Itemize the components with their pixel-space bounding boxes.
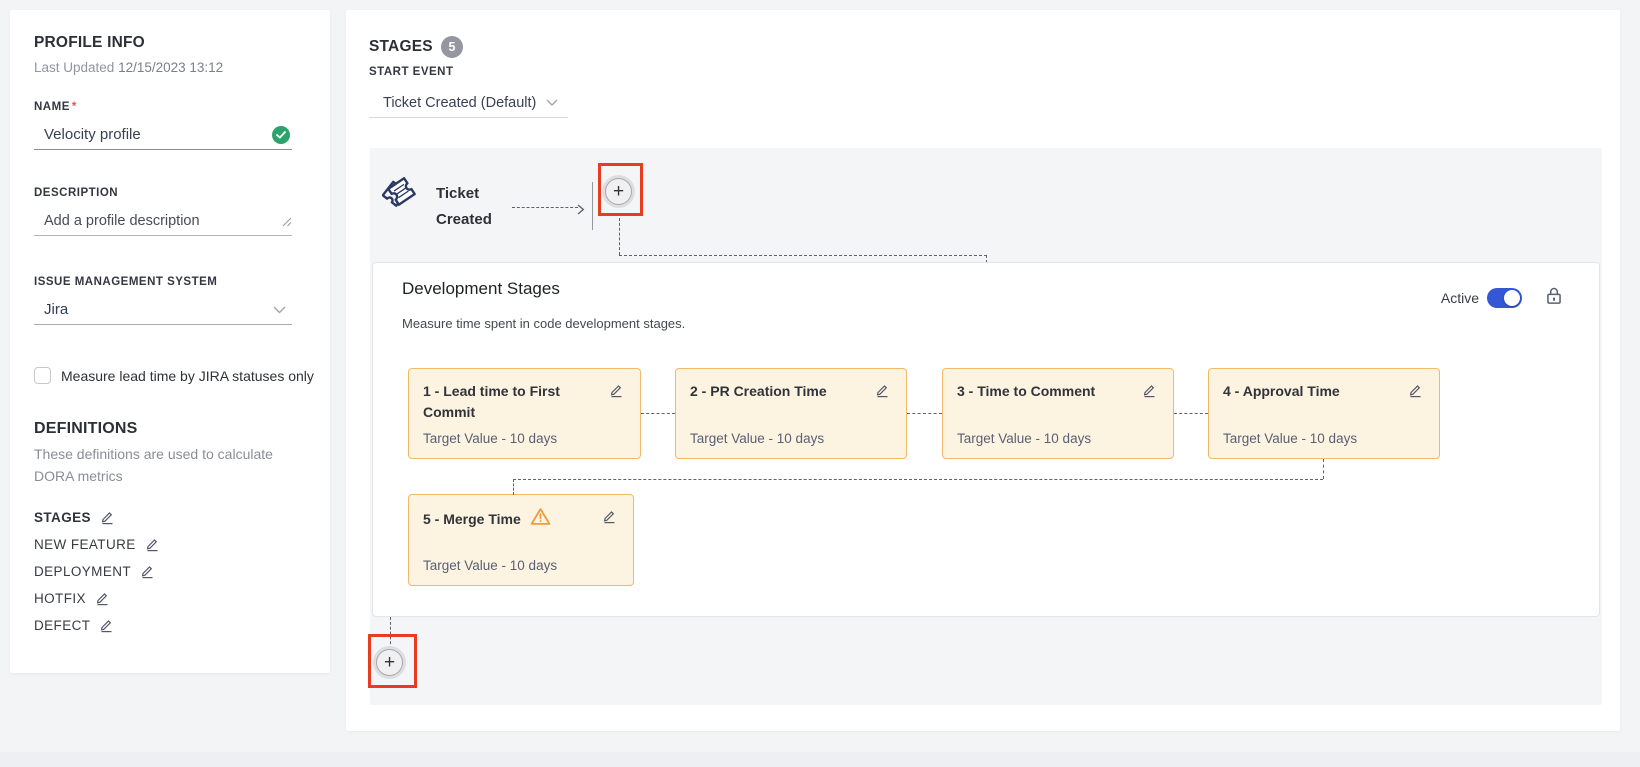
toggle-knob	[1504, 290, 1520, 306]
edit-icon[interactable]	[95, 591, 110, 606]
definition-item-new-feature: NEW FEATURE	[34, 535, 160, 553]
stage-target-value: Target Value - 10 days	[690, 431, 824, 446]
stages-count-badge: 5	[441, 36, 463, 58]
stage-card-5: 5 - Merge Time Target Value - 10 days	[408, 494, 634, 586]
last-updated-value: 12/15/2023 13:12	[118, 60, 223, 75]
start-event-select[interactable]: Ticket Created (Default)	[369, 88, 568, 118]
name-field-value: Velocity profile	[34, 126, 141, 143]
profile-info-title: PROFILE INFO	[34, 34, 145, 52]
description-field[interactable]: Add a profile description	[34, 206, 292, 236]
definition-item-stages: STAGES	[34, 508, 160, 526]
ticket-icon	[382, 164, 430, 225]
lead-time-checkbox-row[interactable]: Measure lead time by JIRA statuses only	[34, 367, 314, 384]
start-event-value: Ticket Created (Default)	[369, 95, 536, 111]
checkbox-icon[interactable]	[34, 367, 51, 384]
stage-group-card: Development Stages Measure time spent in…	[372, 262, 1600, 617]
edit-icon[interactable]	[145, 537, 160, 552]
drop-target-line	[592, 182, 593, 230]
stage-title-row: 5 - Merge Time	[423, 507, 598, 532]
stage-title: 2 - PR Creation Time	[690, 381, 855, 402]
connector-line	[1174, 413, 1208, 414]
connector-line	[512, 207, 578, 208]
edit-icon[interactable]	[99, 618, 114, 633]
stages-title: STAGES	[369, 38, 433, 56]
connector-line	[619, 255, 987, 256]
active-toggle[interactable]	[1487, 288, 1522, 308]
chevron-down-icon	[273, 301, 286, 319]
required-asterisk: *	[72, 101, 77, 113]
last-updated: Last Updated 12/15/2023 13:12	[34, 60, 223, 75]
edit-icon[interactable]	[609, 383, 624, 398]
resize-handle-icon[interactable]	[282, 214, 292, 232]
ims-select-value: Jira	[34, 301, 68, 318]
connector-line	[907, 413, 942, 414]
definition-item-deployment: DEPLOYMENT	[34, 562, 160, 580]
stage-card-4: 4 - Approval Time Target Value - 10 days	[1208, 368, 1440, 459]
valid-check-icon	[272, 126, 290, 144]
stage-card-3: 3 - Time to Comment Target Value - 10 da…	[942, 368, 1174, 459]
chevron-down-icon	[546, 94, 558, 112]
description-placeholder: Add a profile description	[34, 213, 200, 229]
edit-icon[interactable]	[140, 564, 155, 579]
definition-item-hotfix: HOTFIX	[34, 589, 160, 607]
active-label: Active	[1413, 290, 1479, 306]
add-stage-button-top[interactable]: +	[605, 178, 632, 205]
description-label: DESCRIPTION	[34, 187, 118, 199]
edit-icon[interactable]	[100, 510, 115, 525]
connector-line	[1323, 459, 1324, 479]
stage-title: 5 - Merge Time	[423, 509, 521, 530]
profile-info-panel: PROFILE INFO Last Updated 12/15/2023 13:…	[10, 10, 330, 673]
warning-icon	[530, 507, 551, 532]
ims-label: ISSUE MANAGEMENT SYSTEM	[34, 276, 217, 288]
last-updated-label: Last Updated	[34, 60, 114, 75]
name-label: NAME*	[34, 101, 77, 113]
checkbox-label: Measure lead time by JIRA statuses only	[61, 368, 314, 384]
stage-target-value: Target Value - 10 days	[1223, 431, 1357, 446]
edit-icon[interactable]	[875, 383, 890, 398]
connector-line	[641, 413, 675, 414]
stage-title: 3 - Time to Comment	[957, 381, 1122, 402]
edit-icon[interactable]	[1408, 383, 1423, 398]
stage-target-value: Target Value - 10 days	[423, 558, 557, 573]
stage-card-1: 1 - Lead time to First Commit Target Val…	[408, 368, 641, 459]
stage-title: 1 - Lead time to First Commit	[423, 381, 588, 423]
add-stage-button-bottom[interactable]: +	[376, 649, 403, 676]
profile-editor-page: PROFILE INFO Last Updated 12/15/2023 13:…	[0, 0, 1640, 767]
group-subtitle: Measure time spent in code development s…	[402, 316, 685, 331]
start-node-label: Ticket Created	[436, 181, 516, 233]
definitions-title: DEFINITIONS	[34, 420, 138, 438]
edit-icon[interactable]	[1142, 383, 1157, 398]
connector-line	[513, 479, 1323, 480]
edit-icon[interactable]	[602, 509, 617, 524]
stage-target-value: Target Value - 10 days	[423, 431, 557, 446]
definitions-description: These definitions are used to calculate …	[34, 443, 294, 487]
stage-target-value: Target Value - 10 days	[957, 431, 1091, 446]
ims-select[interactable]: Jira	[34, 295, 292, 325]
connector-line	[513, 479, 514, 495]
stages-panel: STAGES 5 START EVENT Ticket Created (Def…	[346, 10, 1620, 731]
arrowhead-icon	[577, 202, 585, 220]
name-field[interactable]: Velocity profile	[34, 120, 292, 150]
definitions-list: STAGES NEW FEATURE DEPLOYMENT HOTFIX DEF…	[34, 508, 160, 634]
connector-line	[619, 218, 620, 255]
stage-title: 4 - Approval Time	[1223, 381, 1388, 402]
definition-item-defect: DEFECT	[34, 616, 160, 634]
stage-card-2: 2 - PR Creation Time Target Value - 10 d…	[675, 368, 907, 459]
page-bottom-strip	[0, 752, 1640, 767]
workflow-canvas: Ticket Created + Development Stages Meas…	[370, 148, 1602, 705]
lock-icon[interactable]	[1543, 285, 1565, 312]
start-event-label: START EVENT	[369, 66, 454, 78]
group-title: Development Stages	[402, 279, 560, 299]
